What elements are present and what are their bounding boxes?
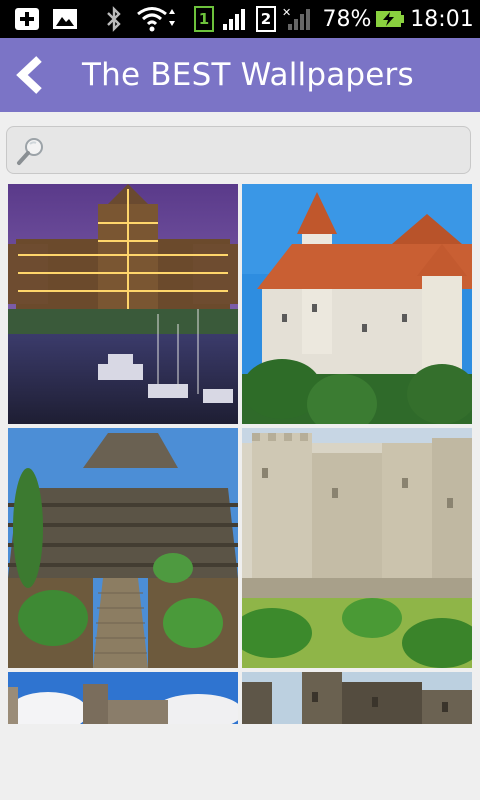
wallpaper-thumbnail [8,672,238,724]
wallpaper-tile[interactable] [242,672,472,724]
wallpaper-tile[interactable] [8,428,238,668]
wallpaper-tile[interactable] [8,672,238,724]
wallpaper-thumbnail [242,428,472,668]
wifi-icon [136,0,176,38]
add-notification-icon [12,0,42,38]
wallpaper-tile[interactable] [8,184,238,424]
status-bar: 1 2 ✕ 78% 18:01 [0,0,480,38]
search-input[interactable] [51,131,461,169]
wallpaper-thumbnail [8,428,238,668]
image-notification-icon [50,0,80,38]
signal-icon [220,0,250,38]
status-time: 18:01 [410,6,474,32]
back-button[interactable] [4,38,56,112]
wallpaper-tile[interactable] [242,184,472,424]
wallpaper-tile[interactable] [242,428,472,668]
search-icon [17,138,43,165]
battery-charging-icon [374,0,406,38]
battery-percent: 78% [322,6,372,32]
app-bar: The BEST Wallpapers [0,38,480,112]
wallpaper-thumbnail [8,184,238,424]
sim2-icon: 2 [255,0,277,38]
bluetooth-icon [102,0,126,38]
wallpaper-thumbnail [242,184,472,424]
app-title: The BEST Wallpapers [82,57,414,93]
wallpaper-thumbnail [242,672,472,724]
signal-weak-icon: ✕ [282,0,312,38]
svg-text:✕: ✕ [282,6,291,19]
sim1-icon: 1 [193,0,215,38]
search-bar[interactable] [6,126,471,174]
back-arrow-icon [16,56,42,94]
